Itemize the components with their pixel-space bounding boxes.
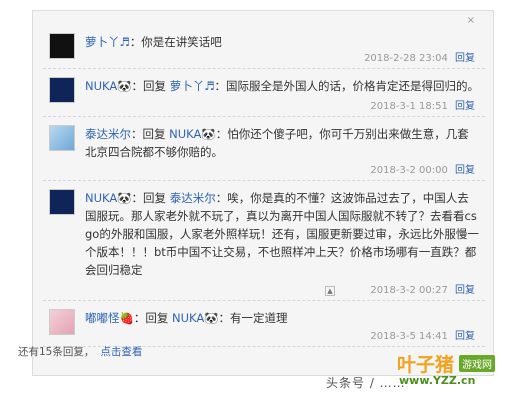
reply-meta: 2018-3-5 14:41 回复	[370, 327, 475, 342]
avatar[interactable]	[49, 33, 75, 59]
timestamp: 2018-3-1 18:51	[370, 101, 448, 112]
logo-text: 叶子猪	[397, 354, 455, 376]
timestamp: 2018-3-2 00:27	[370, 285, 448, 296]
username-link[interactable]: NUKA🐼	[85, 79, 132, 93]
more-replies-count: 还有15条回复，	[18, 346, 95, 358]
reply-button[interactable]: 回复	[455, 101, 475, 112]
logo-url: www.YZZ.cn	[399, 374, 476, 387]
reply-prefix: ：回复	[133, 311, 169, 325]
timestamp: 2018-2-28 23:04	[364, 53, 448, 64]
reply-content: NUKA🐼：回复 萝卜丫♬：国际服全是外国人的话，价格肯定还是得回归的。	[85, 77, 479, 95]
reply-target-link[interactable]: NUKA🐼	[172, 311, 219, 325]
reply-content: NUKA🐼：回复 泰达米尔：唉，你是真的不懂？这波饰品过去了，中国人去国服玩。那…	[85, 189, 479, 279]
avatar[interactable]	[49, 189, 75, 215]
list-item: 嘟嘟怪🍓：回复 NUKA🐼：有一定道理 2018-3-5 14:41 回复	[43, 301, 485, 347]
reply-content: 泰达米尔：回复 NUKA🐼：怕你还个傻子吧，你可千万别出来做生意，几套北京四合院…	[85, 125, 479, 161]
reply-meta: 2018-3-2 00:27 回复	[370, 281, 475, 296]
username-link[interactable]: NUKA🐼	[85, 191, 132, 205]
reply-text: ：你是在讲笑话吧	[129, 35, 222, 49]
avatar[interactable]	[49, 77, 75, 103]
logo-badge: 游戏网	[459, 355, 495, 372]
reply-target-link[interactable]: NUKA🐼	[169, 127, 216, 141]
list-item: 萝卜丫♬：你是在讲笑话吧 2018-2-28 23:04 回复	[43, 25, 485, 69]
reply-prefix: ：回复	[131, 79, 167, 93]
reply-prefix: ：回复	[131, 127, 166, 141]
reply-button[interactable]: 回复	[455, 165, 475, 176]
list-item: 泰达米尔：回复 NUKA🐼：怕你还个傻子吧，你可千万别出来做生意，几套北京四合院…	[43, 117, 485, 181]
reply-button[interactable]: 回复	[455, 53, 475, 64]
username-link[interactable]: 泰达米尔	[85, 127, 131, 141]
timestamp: 2018-3-5 14:41	[370, 331, 448, 342]
list-item: NUKA🐼：回复 泰达米尔：唉，你是真的不懂？这波饰品过去了，中国人去国服玩。那…	[43, 181, 485, 301]
timestamp: 2018-3-2 00:00	[370, 165, 448, 176]
reply-target-link[interactable]: 萝卜丫♬	[170, 79, 215, 93]
site-logo: 叶子猪 游戏网 www.YZZ.cn	[397, 350, 507, 394]
reply-meta: 2018-3-1 18:51 回复	[370, 97, 475, 112]
list-item: NUKA🐼：回复 萝卜丫♬：国际服全是外国人的话，价格肯定还是得回归的。 201…	[43, 69, 485, 117]
reply-meta: 2018-3-2 00:00 回复	[370, 161, 475, 176]
more-replies-footer: 还有15条回复， 点击查看	[18, 344, 142, 359]
reply-meta: 2018-2-28 23:04 回复	[364, 49, 475, 64]
avatar[interactable]	[49, 309, 75, 335]
reply-thread-panel: × 萝卜丫♬：你是在讲笑话吧 2018-2-28 23:04 回复 NUKA🐼：…	[32, 10, 494, 376]
reply-prefix: ：回复	[131, 191, 167, 205]
watermark: 头条号 / ……	[326, 376, 406, 390]
reply-target-link[interactable]: 泰达米尔	[170, 191, 216, 205]
reply-button[interactable]: 回复	[455, 285, 475, 296]
report-flag-icon[interactable]: ▲	[325, 286, 335, 296]
username-link[interactable]: 嘟嘟怪🍓	[85, 311, 134, 325]
avatar[interactable]	[49, 125, 75, 151]
view-more-link[interactable]: 点击查看	[100, 346, 142, 358]
reply-text: ：国际服全是外国人的话，价格肯定还是得回归的。	[214, 79, 480, 93]
username-link[interactable]: 萝卜丫♬	[85, 35, 130, 49]
reply-button[interactable]: 回复	[455, 331, 475, 342]
reply-content: 嘟嘟怪🍓：回复 NUKA🐼：有一定道理	[85, 309, 479, 327]
reply-text: ：有一定道理	[218, 311, 288, 325]
